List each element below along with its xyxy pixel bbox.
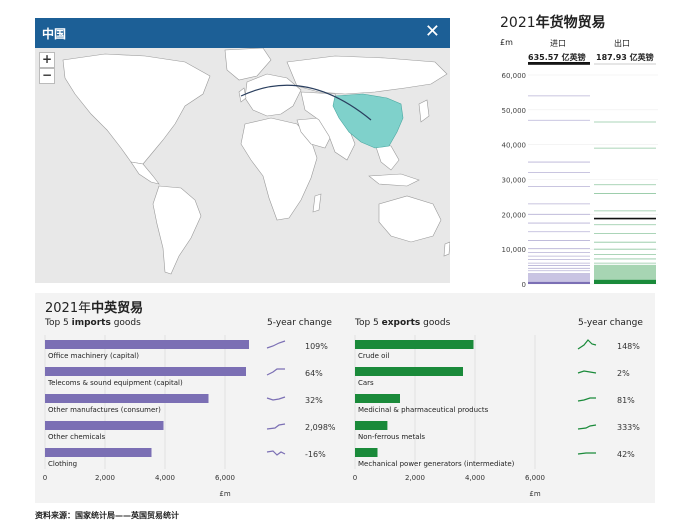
trade-strip-title: 2021年货物贸易 (500, 12, 606, 32)
map-title: 中国 (42, 27, 67, 41)
top-goods-charts: 0 2,000 4,000 6,000 £m Office machinery (capi… (43, 335, 640, 498)
five-year-sparkline (577, 397, 596, 402)
exports-label: 出口 (614, 39, 630, 48)
trade-title-year: 2021 (500, 15, 536, 31)
five-year-change-value: 32% (305, 396, 323, 405)
goods-bar (45, 340, 249, 349)
five-year-change-value: 64% (305, 369, 323, 378)
five-year-change-value: 81% (617, 396, 635, 405)
x-tick-label: 6,000 (525, 474, 545, 482)
strip-y-tick: 60,000 (502, 72, 527, 80)
strip-y-tick: 10,000 (502, 246, 527, 254)
goods-bar (45, 421, 164, 430)
five-year-change-value: 333% (617, 423, 640, 432)
trade-unit: £m (500, 38, 513, 47)
strip-y-tick: 40,000 (502, 142, 527, 150)
five-year-sparkline (577, 370, 597, 374)
goods-bar-label: Office machinery (capital) (48, 352, 139, 360)
five-year-change-value: 2% (617, 369, 630, 378)
x-tick-label: 2,000 (405, 474, 425, 482)
x-axis-unit: £m (529, 490, 540, 498)
strip-y-tick: 30,000 (502, 177, 527, 185)
five-year-sparkline (266, 423, 286, 430)
strip-y-tick: 50,000 (502, 107, 527, 115)
goods-bar-label: Mechanical power generators (intermediat… (358, 460, 515, 468)
goods-bar-label: Cars (358, 379, 374, 387)
x-tick-label: 4,000 (465, 474, 485, 482)
five-year-change-value: 148% (617, 342, 640, 351)
goods-bar-label: Non-ferrous metals (358, 433, 425, 441)
x-tick-label: 0 (43, 474, 47, 482)
imports-base-block (528, 281, 590, 284)
source-note: 资料来源：国家统计局——英国贸易统计 (35, 511, 179, 520)
map-panel[interactable]: 中国 ✕ + − (35, 18, 450, 283)
goods-bar (355, 394, 400, 403)
x-tick-label: 4,000 (155, 474, 175, 482)
exports-base-block (594, 279, 656, 284)
trade-strip-chart: 60,000 50,000 40,000 30,000 20,000 10,000 0 (502, 62, 658, 289)
close-icon[interactable]: ✕ (425, 21, 440, 43)
five-year-sparkline (577, 339, 597, 350)
new-zealand-shape (443, 241, 450, 257)
goods-bar (45, 448, 152, 457)
zoom-out-button[interactable]: − (39, 68, 55, 84)
map-header: 中国 ✕ (35, 18, 450, 48)
x-tick-label: 2,000 (95, 474, 115, 482)
strip-y-tick: 0 (522, 281, 526, 289)
goods-bar (355, 421, 388, 430)
five-year-sparkline (266, 340, 286, 349)
strip-y-tick: 20,000 (502, 211, 527, 219)
imports-label: 进口 (550, 39, 566, 48)
uk-china-trade-panel: 2021年中英贸易 Top 5 imports goods 5-year cha… (35, 293, 655, 503)
five-year-sparkline (266, 396, 286, 401)
x-tick-label: 0 (353, 474, 357, 482)
five-year-change-value: 42% (617, 450, 635, 459)
x-axis-unit: £m (219, 490, 230, 498)
five-year-sparkline (577, 424, 597, 430)
goods-bar-label: Crude oil (358, 352, 389, 360)
five-year-change-value: 2,098% (305, 423, 336, 432)
five-year-change-value: 109% (305, 342, 328, 351)
five-year-sparkline (577, 452, 596, 455)
world-map[interactable] (35, 48, 450, 283)
trade-title-bold: 年货物贸易 (535, 15, 606, 31)
five-year-sparkline (266, 450, 286, 456)
five-year-change-value: -16% (305, 450, 326, 459)
five-year-sparkline (266, 368, 285, 376)
x-tick-label: 6,000 (215, 474, 235, 482)
goods-bar (355, 367, 463, 376)
goods-bar-label: Telecoms & sound equipment (capital) (47, 379, 183, 387)
goods-bar-label: Medicinal & pharmaceutical products (358, 406, 489, 414)
goods-bar (45, 367, 246, 376)
zoom-in-button[interactable]: + (39, 52, 55, 68)
goods-bar (355, 448, 378, 457)
goods-bar-label: Other chemicals (48, 433, 106, 441)
goods-bar (355, 340, 474, 349)
goods-bar-label: Other manufactures (consumer) (48, 406, 161, 414)
goods-bar (45, 394, 209, 403)
goods-bar-label: Clothing (48, 460, 77, 468)
